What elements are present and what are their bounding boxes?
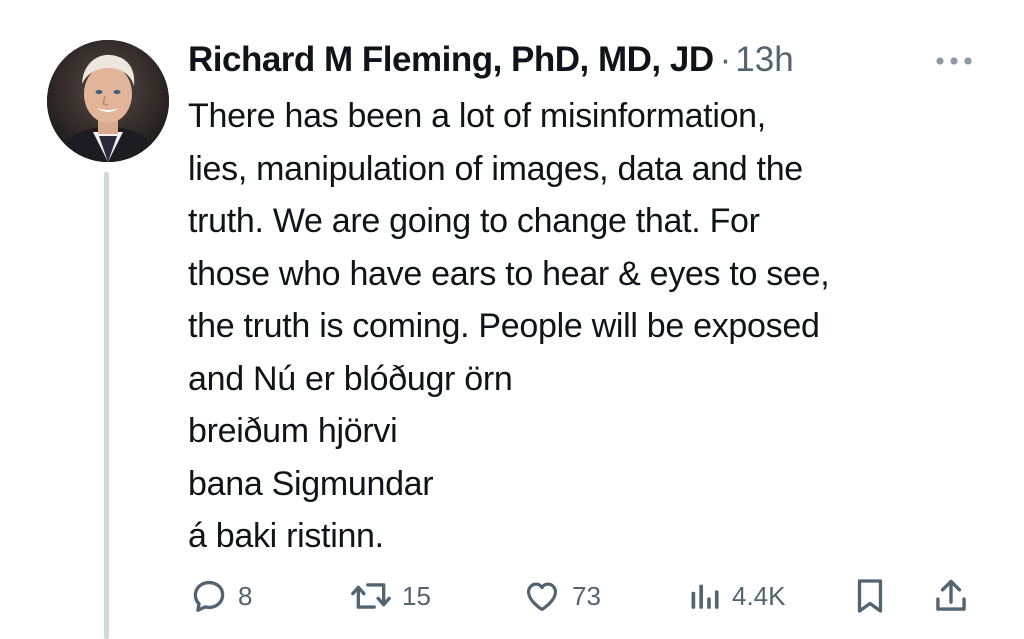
- share-icon: [936, 579, 966, 611]
- tweet-header: Richard M Fleming, PhD, MD, JD · 13h: [188, 38, 794, 82]
- separator-dot: ·: [719, 40, 732, 79]
- tweet-text-line: breiðum hjörvi: [188, 412, 398, 450]
- views-count: 4.4K: [732, 580, 786, 611]
- tweet-text-line: those who have ears to hear & eyes to se…: [188, 254, 830, 293]
- thread-line: [104, 172, 109, 639]
- tweet-text-line: and Nú er blóðugr örn: [188, 359, 513, 398]
- reply-count: 8: [238, 580, 253, 611]
- tweet-text-line: There has been a lot of misinformation,: [188, 97, 766, 135]
- reply-button[interactable]: 8: [190, 574, 252, 618]
- analytics-icon: [691, 584, 719, 609]
- action-bar: 8 15 73 4.4K: [188, 574, 978, 618]
- repost-button[interactable]: 15: [350, 574, 431, 618]
- tweet-text-line: truth. We are going to change that. For: [188, 202, 760, 240]
- timestamp[interactable]: 13h: [735, 40, 793, 80]
- share-button[interactable]: [932, 574, 970, 618]
- repost-count: 15: [402, 580, 431, 611]
- like-count: 73: [572, 580, 601, 611]
- repost-icon: [351, 583, 391, 609]
- author-avatar[interactable]: [47, 40, 169, 162]
- tweet-text-line: bana Sigmundar: [188, 464, 434, 503]
- bookmark-button[interactable]: [852, 574, 888, 618]
- author-name[interactable]: Richard M Fleming, PhD, MD, JD: [188, 40, 714, 80]
- tweet-card[interactable]: Richard M Fleming, PhD, MD, JD · 13h The…: [0, 0, 1024, 639]
- avatar-photo-icon: [47, 40, 169, 162]
- reply-icon: [193, 580, 225, 612]
- bookmark-icon: [857, 579, 883, 613]
- tweet-text-line: á baki ristinn.: [188, 517, 384, 555]
- more-options-button[interactable]: [932, 46, 976, 76]
- like-button[interactable]: 73: [522, 574, 601, 618]
- views-button[interactable]: 4.4K: [688, 574, 786, 618]
- heart-icon: [526, 582, 558, 612]
- tweet-text-line: the truth is coming. People will be expo…: [188, 307, 820, 345]
- tweet-text-line: lies, manipulation of images, data and t…: [188, 149, 803, 188]
- tweet-text: There has been a lot of misinformation, …: [188, 90, 988, 563]
- ellipsis-icon: [936, 57, 972, 65]
